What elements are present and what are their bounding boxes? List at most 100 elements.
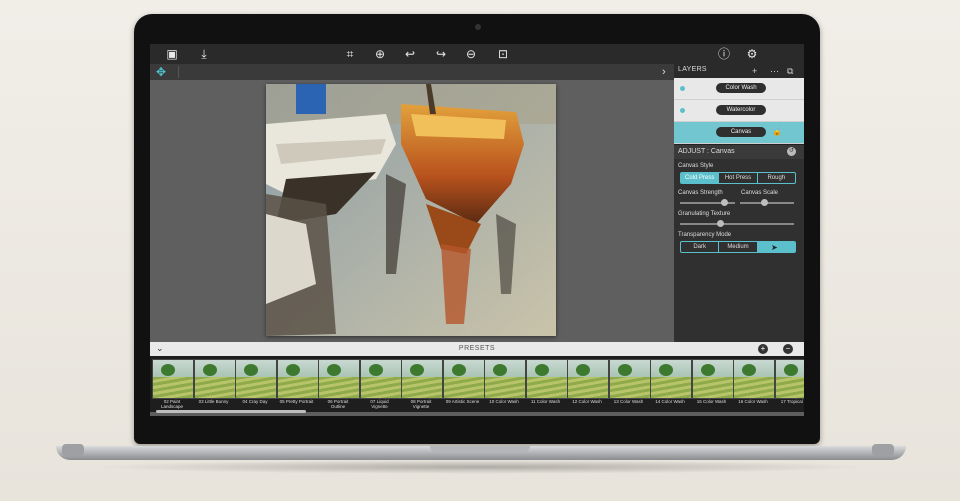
info-icon[interactable]: ⓘ [716,46,732,62]
thumb-field [402,377,442,398]
transparency-label: Transparency Mode [678,232,732,238]
preset-thumbnail[interactable] [608,359,651,399]
thumb-field [568,377,608,398]
adjust-title: ADJUST : Canvas [678,148,735,155]
option-medium[interactable]: Medium [719,242,758,252]
thumb-field [360,377,401,398]
visibility-dot-icon[interactable] [680,108,685,113]
preset-thumbnail[interactable] [691,359,734,399]
layer-item-watercolor[interactable]: Watercolor [674,100,804,122]
preset-thumbnail[interactable] [774,359,804,399]
thumb-field [277,377,318,398]
layers-header: LAYERS + ⋯ ⧉ [674,64,804,78]
thumb-tree [576,364,590,376]
preset-thumbnail[interactable] [484,359,526,399]
thumb-tree [617,364,632,376]
preset-thumbnail[interactable] [318,359,360,399]
thumb-tree [659,364,673,376]
layer-label: Watercolor [716,105,766,115]
preset-thumbnail[interactable] [733,359,775,399]
presets-bar: ⌄ PRESETS + − [150,342,804,356]
redo-icon[interactable]: ↪ [433,46,449,62]
preset-thumbnail[interactable] [276,359,319,399]
preset-thumbnail[interactable] [235,359,277,399]
thumb-tree [410,364,424,376]
canvas-style-label: Canvas Style [678,163,714,169]
granulating-label: Granulating Texture [678,211,731,217]
reset-icon[interactable]: ↺ [787,147,796,156]
layers-title: LAYERS [678,66,707,73]
chevron-right-icon[interactable]: › [662,64,666,80]
preset-thumbnail[interactable] [567,359,609,399]
add-preset-button[interactable]: + [758,344,768,354]
visibility-dot-icon[interactable] [680,86,685,91]
remove-preset-button[interactable]: − [783,344,793,354]
save-icon[interactable]: ⤓ [196,46,212,62]
slider-knob[interactable] [721,199,728,206]
canvas-scale-label: Canvas Scale [741,190,779,196]
undo-icon[interactable]: ↩ [402,46,418,62]
fit-screen-icon[interactable]: ⊡ [495,46,511,62]
layer-item-color-wash[interactable]: Color Wash [674,78,804,100]
preset-name: 17 Tropical W [780,399,804,404]
thumb-tree [368,364,383,376]
preset-caption: 14 Color Wash [649,399,691,404]
preset-name: 16 Color Wash [738,399,768,404]
canvas-style-segmented: Cold Press Hot Press Rough [680,172,796,184]
preset-name: 15 Color Wash [696,399,727,404]
layer-label: Canvas [716,127,766,137]
preset-thumbnail[interactable] [650,359,692,399]
add-layer-button[interactable]: + [752,65,757,77]
preset-subname: Vignette [412,404,430,409]
canvas-scale-slider[interactable] [740,199,794,206]
thumb-field [194,377,235,398]
zoom-out-icon[interactable]: ⊖ [463,46,479,62]
preset-caption: 09 Artistic Scene [442,399,484,404]
preset-thumbnail[interactable] [152,359,194,399]
move-icon[interactable]: ✥ [156,65,166,79]
settings-icon[interactable]: ⚙ [744,46,760,62]
preset-name: 11 Color Wash [530,399,561,404]
granulating-slider[interactable] [680,220,794,227]
slider-knob[interactable] [716,220,724,227]
presets-scrollbar[interactable] [156,410,306,413]
canvas-strength-slider[interactable] [680,199,735,206]
thumb-tree [783,364,798,376]
top-toolbar: ▣ ⤓ ⌗ ⊕ ↩ ↪ ⊖ ⊡ ⓘ ⚙ [150,44,804,64]
preset-thumbnail[interactable] [442,359,485,399]
preset-name: 12 Color Wash [572,399,602,404]
option-hot-press[interactable]: Hot Press [719,173,758,183]
presets-title: PRESETS [458,345,496,352]
preset-caption: 02 Paint Landscape [151,399,193,409]
preset-thumbnail[interactable] [193,359,236,399]
thumb-field [692,377,733,398]
preset-thumbnail[interactable] [401,359,443,399]
presets-strip: 02 Paint Landscape 03 Little Bunny 04 Cray … [150,356,804,412]
transparency-segmented: Dark Medium [680,241,796,253]
more-icon[interactable]: ⋯ [770,65,779,77]
crop-icon[interactable]: ⌗ [342,46,358,62]
image-icon[interactable]: ▣ [164,46,180,62]
canvas-subbar: ✥ › [150,64,674,80]
preset-caption: 13 Color Wash [608,399,650,404]
preset-caption: 11 Color Wash [525,399,567,404]
thumb-field [775,377,804,398]
thumb-field [236,377,276,398]
mouse-cursor-icon: ➤ [771,243,778,252]
zoom-in-icon[interactable]: ⊕ [372,46,388,62]
slider-knob[interactable] [761,199,769,206]
laptop-hinge-left [62,444,84,456]
lock-icon[interactable]: 🔒 [772,127,782,136]
watercolor-painting[interactable] [266,84,556,336]
layer-item-canvas[interactable]: Canvas 🔒 [674,122,804,144]
preset-thumbnail[interactable] [359,359,402,399]
option-dark[interactable]: Dark [681,242,720,252]
laptop-notch [430,446,530,452]
option-cold-press[interactable]: Cold Press [681,173,720,183]
thumb-tree [244,364,258,376]
preset-caption: 16 Color Wash [732,399,774,404]
thumb-tree [451,364,466,376]
preset-thumbnail[interactable] [525,359,568,399]
duplicate-icon[interactable]: ⧉ [787,65,793,77]
option-rough[interactable]: Rough [758,173,795,183]
